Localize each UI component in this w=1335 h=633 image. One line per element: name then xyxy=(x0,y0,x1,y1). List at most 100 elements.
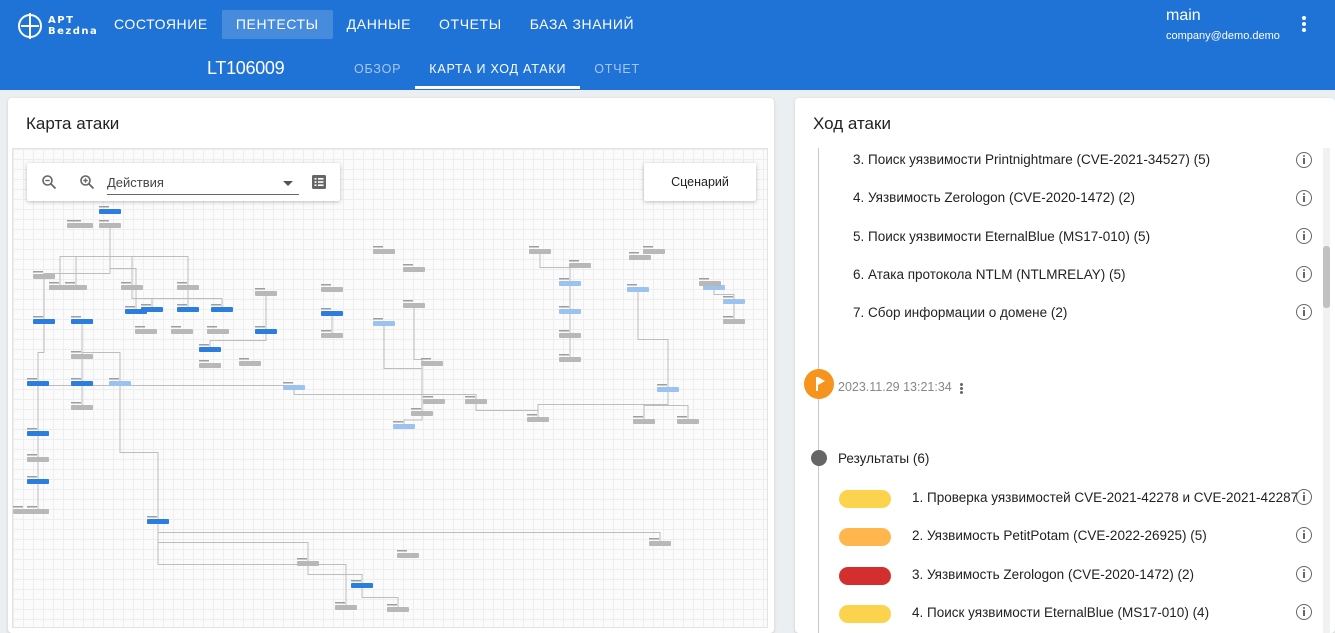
graph-node[interactable] xyxy=(211,307,233,312)
graph-node[interactable] xyxy=(699,281,721,286)
graph-node[interactable] xyxy=(569,263,591,268)
graph-node[interactable] xyxy=(321,287,343,292)
graph-node[interactable] xyxy=(27,457,49,462)
info-icon[interactable] xyxy=(1296,527,1312,543)
graph-node[interactable] xyxy=(33,274,55,279)
view-select[interactable]: Действия xyxy=(107,171,299,195)
timeline-scrollbar-thumb[interactable] xyxy=(1323,246,1330,308)
graph-node[interactable] xyxy=(27,381,49,386)
info-icon[interactable] xyxy=(1296,604,1312,620)
graph-node[interactable] xyxy=(147,519,169,524)
graph-node[interactable] xyxy=(141,307,163,312)
info-icon[interactable] xyxy=(1296,566,1312,582)
graph-node[interactable] xyxy=(71,354,93,359)
zoom-in-icon[interactable] xyxy=(79,174,95,190)
list-icon[interactable] xyxy=(311,174,327,190)
tab-attack-map[interactable]: КАРТА И ХОД АТАКИ xyxy=(415,52,581,89)
graph-node[interactable] xyxy=(199,347,221,352)
graph-node[interactable] xyxy=(387,607,409,612)
attack-graph[interactable] xyxy=(13,149,768,628)
nav-pentests[interactable]: ПЕНТЕСТЫ xyxy=(221,10,333,39)
graph-node[interactable] xyxy=(423,399,445,404)
graph-node[interactable] xyxy=(177,285,199,290)
graph-node[interactable] xyxy=(27,431,49,436)
tab-report[interactable]: ОТЧЕТ xyxy=(580,52,654,89)
result-item[interactable]: 3. Уязвимость Zerologon (CVE-2020-1472) … xyxy=(912,567,1194,582)
graph-node[interactable] xyxy=(411,411,433,416)
graph-node[interactable] xyxy=(529,249,551,254)
zoom-out-icon[interactable] xyxy=(41,174,57,190)
graph-node[interactable] xyxy=(723,299,745,304)
graph-node[interactable] xyxy=(121,285,143,290)
graph-node[interactable] xyxy=(135,329,157,334)
timeline-item[interactable]: 3. Поиск уязвимости Printnightmare (CVE-… xyxy=(853,152,1210,167)
graph-node[interactable] xyxy=(67,223,89,228)
graph-node[interactable] xyxy=(629,255,651,260)
graph-node[interactable] xyxy=(171,329,193,334)
graph-node[interactable] xyxy=(465,399,487,404)
graph-node[interactable] xyxy=(109,381,131,386)
graph-node[interactable] xyxy=(559,357,581,362)
tab-overview[interactable]: ОБЗОР xyxy=(340,52,415,89)
graph-node[interactable] xyxy=(403,267,425,272)
graph-node[interactable] xyxy=(27,479,49,484)
info-icon[interactable] xyxy=(1296,489,1312,505)
graph-node[interactable] xyxy=(633,419,655,424)
graph-node[interactable] xyxy=(13,509,35,514)
graph-node[interactable] xyxy=(627,287,649,292)
graph-node[interactable] xyxy=(255,291,277,296)
info-icon[interactable] xyxy=(1296,266,1312,282)
graph-node[interactable] xyxy=(373,321,395,326)
graph-node[interactable] xyxy=(99,223,121,228)
result-item[interactable]: 1. Проверка уязвимостей CVE-2021-42278 и… xyxy=(912,490,1298,505)
graph-node[interactable] xyxy=(335,605,357,610)
info-icon[interactable] xyxy=(1296,304,1312,320)
nav-knowledge-base[interactable]: БАЗА ЗНАНИЙ xyxy=(516,10,648,39)
graph-node[interactable] xyxy=(71,319,93,324)
graph-node[interactable] xyxy=(559,333,581,338)
result-item[interactable]: 4. Поиск уязвимости EternalBlue (MS17-01… xyxy=(912,605,1209,620)
graph-node[interactable] xyxy=(65,285,87,290)
info-icon[interactable] xyxy=(1296,190,1312,206)
graph-node[interactable] xyxy=(71,405,93,410)
graph-node[interactable] xyxy=(351,583,373,588)
graph-node[interactable] xyxy=(297,561,319,566)
timeline-item[interactable]: 4. Уязвимость Zerologon (CVE-2020-1472) … xyxy=(853,190,1135,205)
timeline-item[interactable]: 7. Сбор информации о домене (2) xyxy=(853,305,1067,320)
nav-data[interactable]: ДАННЫЕ xyxy=(333,10,425,39)
graph-node[interactable] xyxy=(677,419,699,424)
timeline-item[interactable]: 5. Поиск уязвимости EternalBlue (MS17-01… xyxy=(853,229,1150,244)
more-menu-icon[interactable] xyxy=(1296,14,1312,34)
graph-node[interactable] xyxy=(559,281,581,286)
graph-node[interactable] xyxy=(373,249,395,254)
graph-node[interactable] xyxy=(403,303,425,308)
app-logo[interactable]: APT Bezdna xyxy=(18,12,103,40)
graph-node[interactable] xyxy=(393,424,415,429)
attack-map-canvas[interactable]: Действия Сценарий xyxy=(12,148,768,628)
nav-status[interactable]: СОСТОЯНИЕ xyxy=(100,10,222,39)
timeline-scrollbar[interactable] xyxy=(1323,148,1330,633)
scenario-button[interactable]: Сценарий xyxy=(644,163,756,201)
nav-reports[interactable]: ОТЧЕТЫ xyxy=(425,10,516,39)
graph-node[interactable] xyxy=(723,319,745,324)
graph-node[interactable] xyxy=(207,329,229,334)
graph-node[interactable] xyxy=(321,333,343,338)
graph-node[interactable] xyxy=(255,329,277,334)
graph-node[interactable] xyxy=(649,541,671,546)
graph-node[interactable] xyxy=(71,381,93,386)
graph-node[interactable] xyxy=(527,417,549,422)
graph-node[interactable] xyxy=(33,319,55,324)
graph-node[interactable] xyxy=(99,209,121,214)
graph-node[interactable] xyxy=(283,385,305,390)
timeline-item[interactable]: 6. Атака протокола NTLM (NTLMRELAY) (5) xyxy=(853,267,1125,282)
graph-node[interactable] xyxy=(559,309,581,314)
result-item[interactable]: 2. Уязвимость PetitPotam (CVE-2022-26925… xyxy=(912,528,1207,543)
info-icon[interactable] xyxy=(1296,152,1312,168)
graph-node[interactable] xyxy=(177,307,199,312)
graph-node[interactable] xyxy=(199,363,221,368)
graph-node[interactable] xyxy=(239,361,261,366)
info-icon[interactable] xyxy=(1296,228,1312,244)
timestamp-more-icon[interactable] xyxy=(958,382,964,396)
graph-node[interactable] xyxy=(643,249,665,254)
graph-node[interactable] xyxy=(421,361,443,366)
